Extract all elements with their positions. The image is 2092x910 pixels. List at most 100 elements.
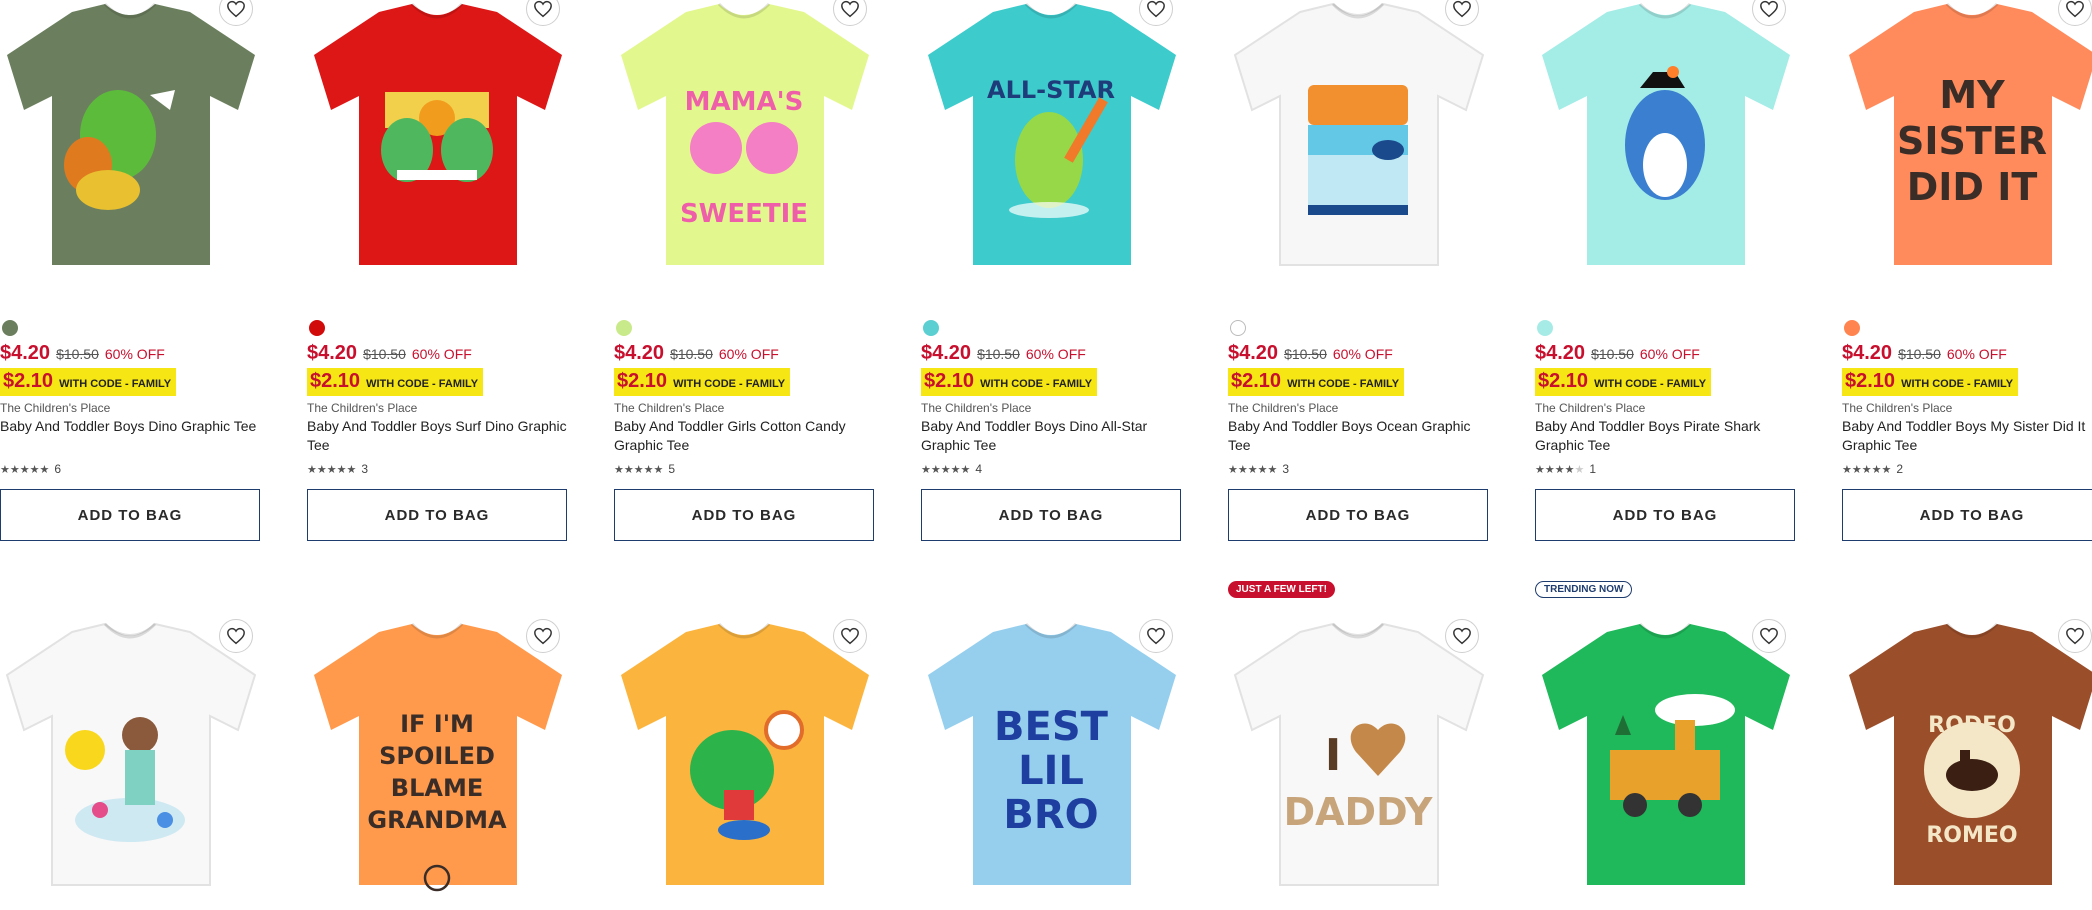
product-image-wrap[interactable]: RODEO ROMEO bbox=[1842, 620, 2092, 910]
product-image-wrap[interactable]: ALL-STAR bbox=[921, 0, 1183, 290]
product-name-link[interactable]: Baby And Toddler Boys Surf Dino Graphic … bbox=[307, 417, 569, 455]
product-rating[interactable]: ★★★★★ 1 bbox=[1535, 462, 1596, 476]
add-to-bag-button[interactable]: ADD TO BAG bbox=[614, 489, 874, 541]
product-image[interactable]: RODEO ROMEO bbox=[1842, 620, 2092, 910]
add-to-bag-button[interactable]: ADD TO BAG bbox=[307, 489, 567, 541]
product-image-wrap[interactable]: BEST LIL BRO bbox=[921, 620, 1183, 910]
product-image[interactable]: IF I'M SPOILED BLAME GRANDMA bbox=[307, 620, 569, 910]
promo-code-price: $2.10 WITH CODE - FAMILY bbox=[1535, 368, 1712, 396]
product-rating[interactable]: ★★★★★ 5 bbox=[614, 462, 675, 476]
product-badge: TRENDING NOW bbox=[1535, 581, 1633, 598]
price-line: $4.20 $10.50 60% OFF bbox=[1228, 342, 1393, 365]
add-to-bag-button[interactable]: ADD TO BAG bbox=[921, 489, 1181, 541]
color-swatch[interactable] bbox=[1537, 320, 1553, 336]
original-price: $10.50 bbox=[1898, 346, 1941, 362]
product-image[interactable] bbox=[0, 0, 262, 290]
promo-price: $2.10 bbox=[1538, 370, 1589, 392]
product-image[interactable]: MAMA'S SWEETIE bbox=[614, 0, 876, 290]
product-image-wrap[interactable]: IF I'M SPOILED BLAME GRANDMA bbox=[307, 620, 569, 910]
promo-code-price: $2.10 WITH CODE - FAMILY bbox=[307, 368, 484, 396]
star-rating-icons: ★★★★★ bbox=[921, 463, 971, 476]
product-name-link[interactable]: Baby And Toddler Boys My Sister Did It G… bbox=[1842, 417, 2092, 455]
product-card[interactable]: $4.20 $10.50 60% OFF $2.10 WITH CODE - FAMIL… bbox=[307, 0, 569, 541]
product-rating[interactable]: ★★★★★ 3 bbox=[1228, 462, 1289, 476]
discount-label: 60% OFF bbox=[1332, 346, 1393, 362]
product-image[interactable] bbox=[1228, 0, 1490, 290]
product-card[interactable]: JUST A FEW LEFT! I DADDY bbox=[1228, 575, 1490, 886]
color-swatch[interactable] bbox=[616, 320, 632, 336]
product-card[interactable]: $4.20 $10.50 60% OFF $2.10 WITH CODE - FAMIL… bbox=[0, 0, 262, 541]
promo-code-price: $2.10 WITH CODE - FAMILY bbox=[1842, 368, 2019, 396]
product-image[interactable]: MYSISTERDID IT bbox=[1842, 0, 2092, 290]
color-swatch[interactable] bbox=[1844, 320, 1860, 336]
product-name-link[interactable]: Baby And Toddler Girls Cotton Candy Grap… bbox=[614, 417, 876, 455]
wishlist-heart-icon[interactable] bbox=[1752, 619, 1786, 653]
discount-label: 60% OFF bbox=[411, 346, 472, 362]
product-image[interactable]: BESTLILBRO bbox=[921, 620, 1183, 910]
brand-label: The Children's Place bbox=[921, 401, 1032, 415]
product-card[interactable]: MAMA'S SWEETIE $4.20 $10.50 60% OFF $2.10 WITH… bbox=[614, 0, 876, 541]
product-card[interactable]: $4.20 $10.50 60% OFF $2.10 WITH CODE - FAMIL… bbox=[1535, 0, 1797, 541]
wishlist-heart-icon[interactable] bbox=[219, 619, 253, 653]
product-name-link[interactable]: Baby And Toddler Boys Ocean Graphic Tee bbox=[1228, 417, 1490, 455]
product-image[interactable] bbox=[0, 620, 262, 910]
product-name-link[interactable]: Baby And Toddler Boys Dino Graphic Tee bbox=[0, 417, 262, 436]
promo-code-label: WITH CODE - FAMILY bbox=[366, 378, 479, 390]
add-to-bag-button[interactable]: ADD TO BAG bbox=[1535, 489, 1795, 541]
product-rating[interactable]: ★★★★★ 4 bbox=[921, 462, 982, 476]
product-image-wrap[interactable] bbox=[1535, 620, 1797, 910]
product-card[interactable]: MY SISTER DID IT $4.20 $10.50 60% OFF $2.10 WIT… bbox=[1842, 0, 2092, 541]
product-image[interactable] bbox=[1535, 0, 1797, 290]
product-image-wrap[interactable] bbox=[0, 0, 262, 290]
product-rating[interactable]: ★★★★★ 2 bbox=[1842, 462, 1903, 476]
discount-label: 60% OFF bbox=[1946, 346, 2007, 362]
promo-code-label: WITH CODE - FAMILY bbox=[980, 378, 1093, 390]
promo-code-label: WITH CODE - FAMILY bbox=[59, 378, 172, 390]
color-swatch[interactable] bbox=[309, 320, 325, 336]
product-image[interactable] bbox=[614, 620, 876, 910]
color-swatch[interactable] bbox=[1230, 320, 1246, 336]
product-image-wrap[interactable] bbox=[307, 0, 569, 290]
product-card[interactable]: IF I'M SPOILED BLAME GRANDMA bbox=[307, 575, 569, 892]
wishlist-heart-icon[interactable] bbox=[1139, 619, 1173, 653]
product-rating[interactable]: ★★★★★ 6 bbox=[0, 462, 61, 476]
product-image-wrap[interactable] bbox=[614, 620, 876, 910]
product-card[interactable] bbox=[0, 575, 262, 886]
wishlist-heart-icon[interactable] bbox=[2058, 619, 2092, 653]
product-image-wrap[interactable] bbox=[1228, 0, 1490, 290]
product-image-wrap[interactable] bbox=[1535, 0, 1797, 290]
wishlist-heart-icon[interactable] bbox=[833, 619, 867, 653]
svg-text:DADDY: DADDY bbox=[1284, 790, 1433, 834]
product-image-wrap[interactable] bbox=[0, 620, 262, 910]
discount-label: 60% OFF bbox=[104, 346, 165, 362]
product-card[interactable]: $4.20 $10.50 60% OFF $2.10 WITH CODE - FAMIL… bbox=[1228, 0, 1490, 541]
product-rating[interactable]: ★★★★★ 3 bbox=[307, 462, 368, 476]
product-image[interactable] bbox=[1535, 620, 1797, 910]
svg-text:SISTER: SISTER bbox=[1897, 119, 2047, 163]
product-name-link[interactable]: Baby And Toddler Boys Dino All-Star Grap… bbox=[921, 417, 1183, 455]
add-to-bag-button[interactable]: ADD TO BAG bbox=[1842, 489, 2092, 541]
wishlist-heart-icon[interactable] bbox=[1445, 619, 1479, 653]
wishlist-heart-icon[interactable] bbox=[526, 619, 560, 653]
sale-price: $4.20 bbox=[1228, 342, 1279, 364]
add-to-bag-button[interactable]: ADD TO BAG bbox=[0, 489, 260, 541]
product-card[interactable]: ALL-STAR $4.20 $10.50 60% OFF $2.10 WITH CODE… bbox=[921, 0, 1183, 541]
add-to-bag-button[interactable]: ADD TO BAG bbox=[1228, 489, 1488, 541]
product-card[interactable]: BEST LIL BRO bbox=[921, 575, 1183, 885]
color-swatch[interactable] bbox=[2, 320, 18, 336]
product-card[interactable]: RODEO ROMEO bbox=[1842, 575, 2092, 885]
original-price: $10.50 bbox=[363, 346, 406, 362]
product-image[interactable] bbox=[307, 0, 569, 290]
color-swatch[interactable] bbox=[923, 320, 939, 336]
product-card[interactable]: TRENDING NOW bbox=[1535, 575, 1797, 885]
product-image-wrap[interactable]: MAMA'S SWEETIE bbox=[614, 0, 876, 290]
product-image[interactable]: I DADDY bbox=[1228, 620, 1490, 910]
product-card[interactable] bbox=[614, 575, 876, 885]
product-name-link[interactable]: Baby And Toddler Boys Pirate Shark Graph… bbox=[1535, 417, 1797, 455]
product-image[interactable]: ALL-STAR bbox=[921, 0, 1183, 290]
svg-text:ROMEO: ROMEO bbox=[1926, 823, 2017, 848]
product-image-wrap[interactable]: I DADDY bbox=[1228, 620, 1490, 910]
review-count: 1 bbox=[1589, 462, 1597, 476]
discount-label: 60% OFF bbox=[1639, 346, 1700, 362]
product-image-wrap[interactable]: MY SISTER DID IT bbox=[1842, 0, 2092, 290]
